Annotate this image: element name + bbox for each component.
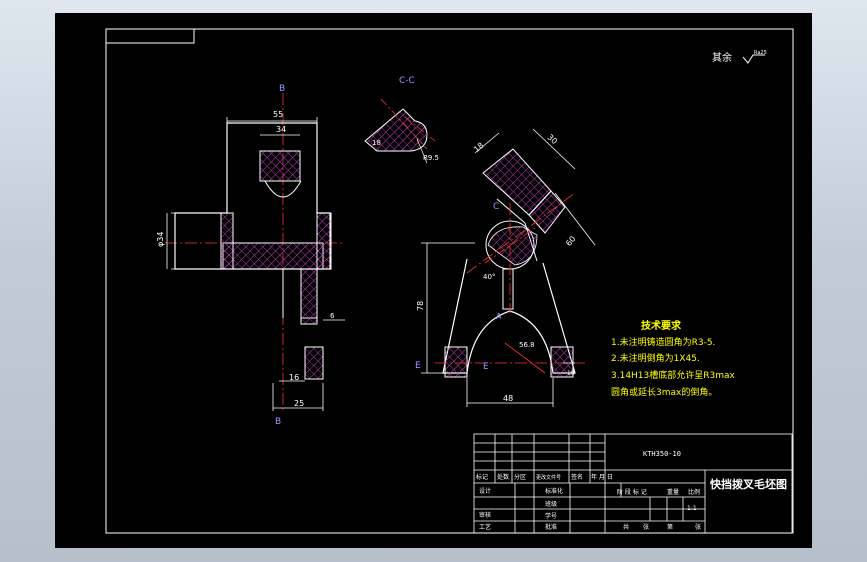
tech-req-line-4: 圆角或延长3max的倒角。 — [611, 386, 717, 398]
sheet-count: 共 张 第 张 — [623, 523, 701, 531]
dim-30: 30 — [545, 133, 559, 147]
dim-6: 6 — [330, 312, 335, 320]
dim-48: 48 — [503, 394, 513, 403]
section-cc: C-C R9.5 18 — [364, 76, 439, 164]
dim-10: 10 — [567, 370, 575, 377]
tech-req-line-3: 3.14H13槽底部允许呈R3max — [611, 369, 736, 381]
drawing-viewport[interactable]: 其余 Ra25 55 34 φ34 16 25 6 B B C-C R9.5 1… — [55, 13, 812, 548]
part-name: 快挡拨叉毛坯图 — [709, 477, 787, 491]
hdr-zone: 分区 — [514, 473, 526, 481]
cad-drawing: 其余 Ra25 55 34 φ34 16 25 6 B B C-C R9.5 1… — [105, 28, 794, 534]
tech-req-line-1: 1.未注明铸造圆角为R3-5. — [611, 336, 715, 348]
student-no-label: 学号 — [545, 512, 557, 520]
label-e-right: E — [483, 362, 489, 372]
dim-phi34: φ34 — [156, 232, 165, 247]
dim-18-left: 18 — [372, 139, 381, 147]
dim-r9-5: R9.5 — [423, 154, 439, 162]
drawing-border — [105, 28, 794, 534]
label-e-left: E — [415, 361, 421, 371]
corner-code-box — [105, 28, 195, 44]
label-b-bottom: B — [275, 417, 281, 427]
drawing-number: KTH350-10 — [643, 450, 681, 458]
hdr-change-doc: 更改文件号 — [536, 474, 561, 481]
stage-mark-label: 阶 段 标 记 — [617, 488, 647, 496]
dim-16: 16 — [289, 373, 299, 382]
scale-label: 比例 — [688, 488, 700, 496]
sheet-total-label: 共 — [623, 523, 629, 531]
sheet-unit-2: 张 — [695, 523, 701, 531]
hub-section — [222, 242, 324, 270]
surface-finish-symbol-icon — [742, 54, 765, 64]
hdr-count: 处数 — [497, 473, 509, 481]
surface-finish-label: 其余 — [712, 51, 732, 64]
dim-25: 25 — [294, 399, 304, 408]
technical-requirements: 技术要求 1.未注明铸造圆角为R3-5. 2.未注明倒角为1X45. 3.14H… — [611, 319, 736, 398]
standard-label: 标准化 — [545, 487, 563, 495]
hdr-mark: 标记 — [476, 473, 488, 481]
dim-34: 34 — [276, 125, 286, 134]
check-label: 审核 — [479, 511, 491, 519]
left-view: 55 34 φ34 16 25 6 B B — [156, 84, 345, 427]
dim-60: 60 — [564, 234, 577, 248]
surface-finish-value: Ra25 — [754, 50, 767, 56]
section-cc-label: C-C — [399, 76, 415, 86]
dim-40deg: 40° — [483, 273, 495, 281]
sheet-unit-1: 张 — [643, 523, 649, 531]
dim-55: 55 — [273, 110, 283, 119]
weight-label: 重量 — [667, 488, 679, 496]
grade-label: 班级 — [545, 500, 557, 508]
label-a: A — [496, 312, 502, 321]
fork-section — [304, 346, 324, 380]
title-header-row: 标记 处数 分区 更改文件号 签名 年 月 日 — [476, 473, 613, 481]
approve-label: 批准 — [545, 523, 557, 531]
right-view: 78 48 30 18 60 40° 56.8 10 C E E A — [415, 128, 596, 407]
tech-req-title: 技术要求 — [641, 319, 682, 332]
dim-78: 78 — [416, 301, 425, 311]
scale-value: 1:1 — [687, 505, 697, 512]
tech-req-line-2: 2.未注明倒角为1X45. — [611, 352, 700, 364]
hdr-date: 年 月 日 — [591, 473, 613, 481]
design-label: 设计 — [479, 487, 491, 495]
process-label: 工艺 — [479, 523, 491, 531]
sheet-index-label: 第 — [667, 523, 673, 531]
hdr-sign: 签名 — [571, 473, 583, 481]
dim-18: 18 — [472, 141, 486, 154]
dim-56-8: 56.8 — [519, 341, 535, 349]
label-c: C — [493, 202, 499, 212]
label-b-top: B — [279, 84, 285, 94]
top-boss-section — [259, 150, 301, 182]
